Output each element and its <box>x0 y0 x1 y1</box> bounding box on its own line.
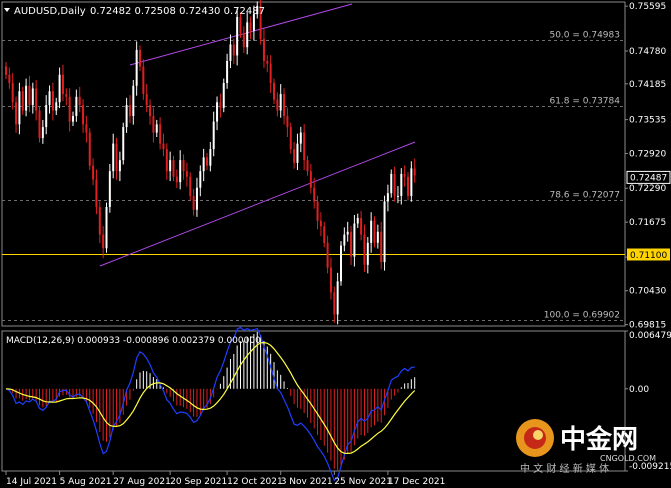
macd-tick-label: 0.006479 <box>629 331 671 341</box>
logo-text: 中金网 <box>560 424 638 455</box>
price-tick-label: 0.75595 <box>629 2 666 12</box>
candle <box>108 164 111 213</box>
time-tick-label: 5 Aug 2021 <box>60 477 112 487</box>
time-tick-label: 12 Oct 2021 <box>227 477 283 487</box>
candle <box>373 216 376 248</box>
time-tick-label: 25 Nov 2021 <box>334 477 392 487</box>
time-tick-label: 3 Nov 2021 <box>281 477 333 487</box>
candle <box>105 202 108 253</box>
candle <box>340 241 342 286</box>
price-tick-label: 0.72290 <box>629 184 666 194</box>
logo-domain: CNGOLD.COM <box>600 454 656 463</box>
fib-level-label: 61.8 = 0.73784 <box>549 97 620 107</box>
time-tick-label: 27 Aug 2021 <box>113 477 171 487</box>
fib-level-label: 50.0 = 0.74983 <box>549 31 620 41</box>
logo-spot-icon <box>533 430 543 440</box>
chart-canvas: 50.0 = 0.74983 61.8 = 0.73784 78.6 = 0.720… <box>0 0 671 488</box>
candle <box>38 106 41 143</box>
logo-tagline: 中 文 财 经 新 媒 体 <box>520 462 609 475</box>
candle <box>289 122 292 154</box>
horizontal-line-label: 0.71100 <box>630 251 667 261</box>
price-tick-label: 0.74780 <box>629 47 666 57</box>
macd-title: MACD(12,26,9) 0.000933 -0.000896 0.00237… <box>6 336 261 346</box>
fib-level-label: 100.0 = 0.69902 <box>544 311 620 321</box>
macd-tick-label: 0.00 <box>629 385 649 395</box>
ohlc-readout: 0.72482 0.72508 0.72430 0.72487 <box>90 6 265 17</box>
time-tick-label: 17 Dec 2021 <box>388 477 446 487</box>
price-tick-label: 0.69815 <box>629 321 666 331</box>
chart-title: AUDUSD,Daily <box>14 6 86 17</box>
price-tick-label: 0.73535 <box>629 116 666 126</box>
time-tick-label: 20 Sep 2021 <box>170 477 227 487</box>
price-tick-label: 0.72920 <box>629 150 666 160</box>
candle <box>222 78 225 113</box>
macd-tick-label: -0.009215 <box>629 462 671 472</box>
price-tick-label: 0.74185 <box>629 80 666 90</box>
fib-level-label: 78.6 = 0.72077 <box>549 191 620 201</box>
candle <box>122 122 125 165</box>
price-tick-label: 0.70430 <box>629 287 666 297</box>
current-price-label: 0.72487 <box>630 173 667 183</box>
time-tick-label: 14 Jul 2021 <box>6 477 57 487</box>
candle <box>383 195 386 271</box>
chart-window: 50.0 = 0.74983 61.8 = 0.73784 78.6 = 0.720… <box>0 0 671 488</box>
candle <box>88 128 91 171</box>
price-tick-label: 0.71675 <box>629 218 666 228</box>
